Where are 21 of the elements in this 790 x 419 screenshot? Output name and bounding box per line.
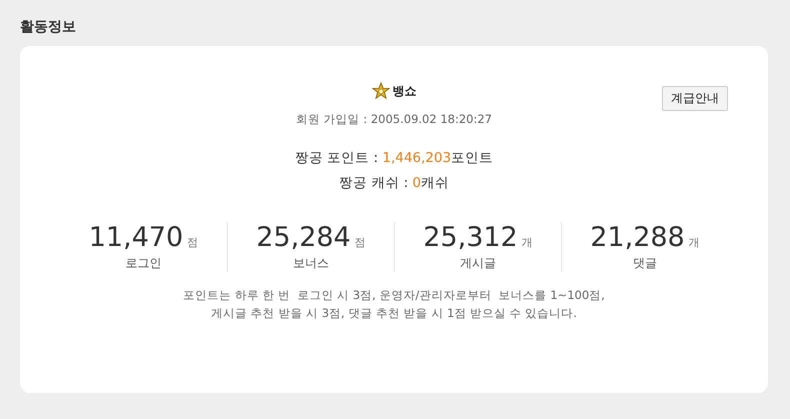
star-badge-icon: [372, 82, 390, 100]
stat-value: 21,288: [590, 222, 685, 253]
grade-guide-button[interactable]: 계급안내: [662, 86, 728, 111]
stat-value: 25,284: [256, 222, 351, 253]
stat-value: 11,470: [88, 222, 184, 253]
stat-label: 보너스: [293, 255, 329, 272]
note-text: 게시글 추천 받을 시 3점, 댓글 추천 받을 시 1점 받으실 수 있습니다.: [211, 306, 577, 321]
stat-unit: 점: [354, 235, 366, 250]
stat-value: 25,312: [423, 222, 518, 253]
stat-unit: 개: [522, 235, 533, 250]
stat-unit: 점: [187, 235, 198, 250]
note-text: 포인트는 하루 한 번 로그인 시 3점, 운영자/관리자로부터 보너스를 1~100점,: [183, 288, 605, 303]
nickname: 뱅쇼: [392, 82, 416, 100]
stat-unit: 개: [688, 235, 700, 250]
stat-label: 로그인: [126, 255, 162, 272]
balance-text: 짱공 캐쉬 : 0캐쉬: [338, 174, 450, 192]
join-date: 회원 가입일 : 2005.09.02 18:20:27: [296, 112, 492, 127]
stat-label: 댓글: [633, 255, 657, 272]
stat-label: 게시글: [460, 255, 496, 272]
section-title: 활동정보: [20, 18, 77, 36]
balance-text: 짱공 포인트 : 1,446,203포인트: [294, 149, 494, 167]
